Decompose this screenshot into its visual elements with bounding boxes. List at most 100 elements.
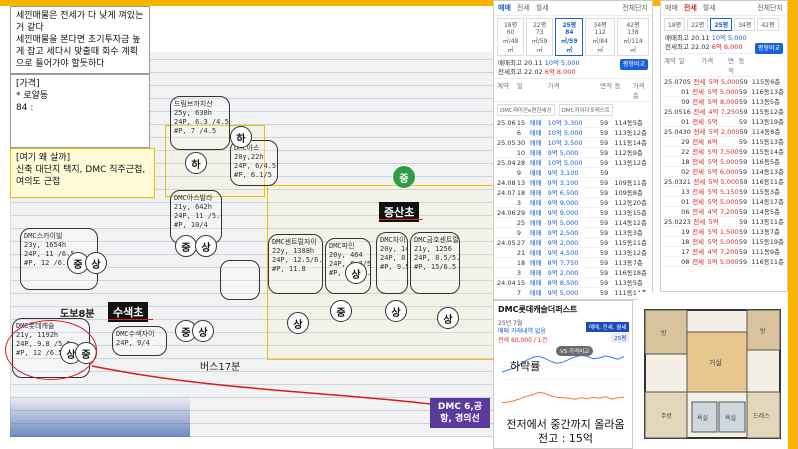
size-tab[interactable]: 34평 <box>734 18 756 31</box>
row-floor: 8층 <box>632 189 643 197</box>
table-row[interactable]: 01 전세 5억 5,000 59 114동 17층 <box>661 197 787 207</box>
row-date: 24.08 <box>497 179 516 187</box>
table-row[interactable]: 25.04 30 전세 5억 2,000 59 114동 8층 <box>661 127 787 137</box>
row-price: 9억 2,000 <box>547 239 579 247</box>
table-row[interactable]: 02 전세 5억 6,000 59 114동 13층 <box>661 167 787 177</box>
row-type: 전세 <box>693 78 706 86</box>
agent-chip[interactable]: DMC래미안e편한세상 <box>497 104 555 116</box>
row-price: 5억 5,000 <box>707 88 739 96</box>
table-row[interactable]: 7매매9억 5,00059111동14층 <box>494 288 652 298</box>
compare-button[interactable]: 평형비교 <box>619 59 648 70</box>
table-row[interactable]: 10 매매 9억 5,000 59 112동 9층 <box>494 148 652 158</box>
table-row[interactable]: 08 전세 5억 5,000 59 116동 11층 <box>661 257 787 267</box>
row-floor: 12층 <box>632 159 648 167</box>
table-row[interactable]: 18 전세 5억 5,000 59 116동 5층 <box>661 157 787 167</box>
price-memo: [가격] * 로얄동 84 : <box>10 74 150 148</box>
size-tab[interactable]: 42평 <box>757 18 779 31</box>
table-row[interactable]: 21 매매 9억 4,500 59 113동 12층 <box>494 248 652 258</box>
tab-jeonse[interactable]: 전세 <box>517 3 530 13</box>
table-row[interactable]: 06 전세 4억 7,200 59 114동 5층 <box>661 207 787 217</box>
compare-pill[interactable]: VS 가격비교 <box>556 346 594 356</box>
table-row[interactable]: 25.03 21 전세 5억 5,000 59 116동 11층 <box>661 177 787 187</box>
row-day: 18 <box>681 238 690 246</box>
table-row[interactable]: 25.06 15 매매 10억 3,300 59 114동 5층 <box>494 118 652 128</box>
table-row[interactable]: 3 매매 9억 9,000 59 112동 20층 <box>494 198 652 208</box>
jeonse-listing-panel: 매매 전세 월세 전체단지 18평 22평 25평 34평 42평 매매최고 2… <box>660 0 788 292</box>
table-row[interactable]: 24.06 29 매매 9억 9,000 59 113동 15층 <box>494 208 652 218</box>
highlight-ellipse <box>5 320 97 380</box>
table-row[interactable]: 25.04 28 매매 10억 5,000 59 113동 12층 <box>494 158 652 168</box>
row-floor: 14층 <box>632 139 648 147</box>
table-row[interactable]: 01 전세 5억 59 113동 19층 <box>661 117 787 127</box>
row-price: 5억 6,000 <box>707 168 739 176</box>
row-type: 전세 <box>692 208 705 216</box>
table-row[interactable]: 24.04 15 매매 8억 8,500 59 113동 5층 <box>494 278 652 288</box>
row-floor: 13층 <box>769 88 784 96</box>
row-floor: 15층 <box>632 209 648 217</box>
row-day: 15 <box>516 279 526 287</box>
size-tab[interactable]: 34평 112㎡/84㎡ <box>585 18 615 56</box>
row-price: 9억 2,000 <box>547 269 579 277</box>
row-floor: 7층 <box>769 228 781 236</box>
row-price: 10억 5,000 <box>547 129 583 137</box>
row-price: 4억 7,250 <box>708 108 740 116</box>
tab-monthly[interactable]: 월세 <box>703 3 716 13</box>
tab-monthly[interactable]: 월세 <box>536 3 549 13</box>
size-tab[interactable]: 18평 <box>664 18 686 31</box>
grade-badge: 상 <box>345 262 367 284</box>
table-row[interactable]: 18 전세 5억 5,000 59 115동 19층 <box>661 237 787 247</box>
table-row[interactable]: 9 매매 9억 2,500 59 113동 3층 <box>494 228 652 238</box>
table-row[interactable]: 29 전세 6억 59 115동 13층 <box>661 137 787 147</box>
row-day: 09 <box>681 98 690 106</box>
size-tab[interactable]: 18평 60㎡/48㎡ <box>497 18 525 56</box>
size-tab[interactable]: 22평 73㎡/59㎡ <box>526 18 554 56</box>
top-memo: 세낀매물은 전세가 다 낮게 껴있는 거 같다 세낀매물을 본다면 초기투자금 … <box>10 6 150 74</box>
tab-jeonse[interactable]: 전세 <box>684 3 697 13</box>
size-tab[interactable]: 42평 138㎡/114㎡ <box>616 18 649 56</box>
table-row[interactable]: 25.02 23 전세 5억 59 113동 11층 <box>661 217 787 227</box>
agent-chip[interactable]: DMC자이더포레스트 <box>558 104 613 116</box>
chart-annotation: 하락률 <box>510 360 541 373</box>
table-row[interactable]: 17 전세 4억 7,200 59 111동 9층 <box>661 247 787 257</box>
table-row[interactable]: 25.05 16 전세 4억 7,250 59 115동 12층 <box>661 107 787 117</box>
row-day: 01 <box>681 88 690 96</box>
filter-type-button[interactable]: 매매, 전세, 월세 <box>586 322 630 332</box>
compare-button[interactable]: 평형비교 <box>754 43 783 54</box>
table-row[interactable]: 22 전세 5억 7,500 59 115동 14층 <box>661 147 787 157</box>
row-day: 3 <box>516 199 521 207</box>
table-row[interactable]: 24.05 27 매매 9억 2,000 59 115동 11층 <box>494 238 652 248</box>
table-row[interactable]: 13 전세 5억 5,150 59 115동 3층 <box>661 187 787 197</box>
row-area: 59 <box>599 119 609 127</box>
row-floor: 11층 <box>769 258 784 266</box>
tab-sale[interactable]: 매매 <box>665 3 678 13</box>
row-dong: 111동 <box>614 139 633 147</box>
size-tab-active[interactable]: 25평 84㎡/59㎡ <box>555 18 584 56</box>
table-row[interactable]: 9 매매 9억 3,100 59 <box>494 168 652 178</box>
complex-filter[interactable]: 전체단지 <box>757 3 783 13</box>
table-row[interactable]: 09 전세 5억 8,000 59 113동 5층 <box>661 97 787 107</box>
table-row[interactable]: 19 전세 5억 1,500 59 113동 7층 <box>661 227 787 237</box>
row-type: 매매 <box>529 249 542 257</box>
table-row[interactable]: 18 매매 8억 7,750 59 113동 7층 <box>494 258 652 268</box>
table-row[interactable]: 01 전세 5억 5,000 59 116동 13층 <box>661 87 787 97</box>
table-row[interactable]: 24.08 13 매매 9억 3,100 59 109동 11층 <box>494 178 652 188</box>
row-date: 25.07 <box>664 78 683 86</box>
complex-filter[interactable]: 전체단지 <box>622 3 648 13</box>
sale-panel-tabs: 매매 전세 월세 전체단지 <box>494 1 652 16</box>
row-area: 59 <box>599 259 609 267</box>
table-row[interactable]: 25 매매 9억 5,000 59 114동 12층 <box>494 218 652 228</box>
size-tab-active[interactable]: 25평 <box>710 18 733 31</box>
table-row[interactable]: 3 매매 9억 2,000 59 116동 18층 <box>494 268 652 278</box>
table-row[interactable]: 24.07 18 매매 9억 6,500 59 109동 8층 <box>494 188 652 198</box>
reason-memo-body: 신축 대단지 택지, DMC 직주근접, 여의도 근접 <box>16 165 146 187</box>
row-dong: 116동 <box>614 269 633 277</box>
filter-size-button[interactable]: 25평 <box>611 333 630 343</box>
table-row[interactable]: 25.05 30 매매 10억 3,500 59 111동 14층 <box>494 138 652 148</box>
table-row[interactable]: 25.07 05 전세 5억 5,000 59 115동 6층 <box>661 77 787 87</box>
tab-sale[interactable]: 매매 <box>498 3 511 13</box>
size-tab[interactable]: 22평 <box>687 18 709 31</box>
row-area: 59 <box>599 149 609 157</box>
table-row[interactable]: 6 매매 10억 5,000 59 113동 12층 <box>494 128 652 138</box>
row-floor: 17층 <box>769 198 784 206</box>
chart-series-line-1 <box>501 391 625 404</box>
